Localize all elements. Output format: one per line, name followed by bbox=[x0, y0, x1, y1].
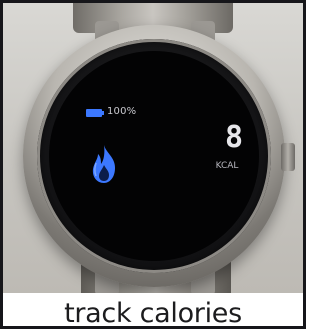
watch-photo: 100% 8 KCAL bbox=[3, 3, 303, 293]
watch-crown bbox=[281, 143, 295, 171]
caption-text: track calories bbox=[64, 297, 242, 329]
product-image-frame: 100% 8 KCAL track calories bbox=[0, 0, 306, 329]
caption: track calories bbox=[3, 293, 303, 329]
calorie-unit: KCAL bbox=[215, 161, 239, 171]
watch-screen bbox=[49, 51, 259, 261]
battery-icon bbox=[86, 109, 104, 117]
battery-level-text: 100% bbox=[107, 106, 137, 117]
calorie-count: 8 bbox=[224, 120, 244, 155]
flame-icon bbox=[88, 143, 120, 185]
